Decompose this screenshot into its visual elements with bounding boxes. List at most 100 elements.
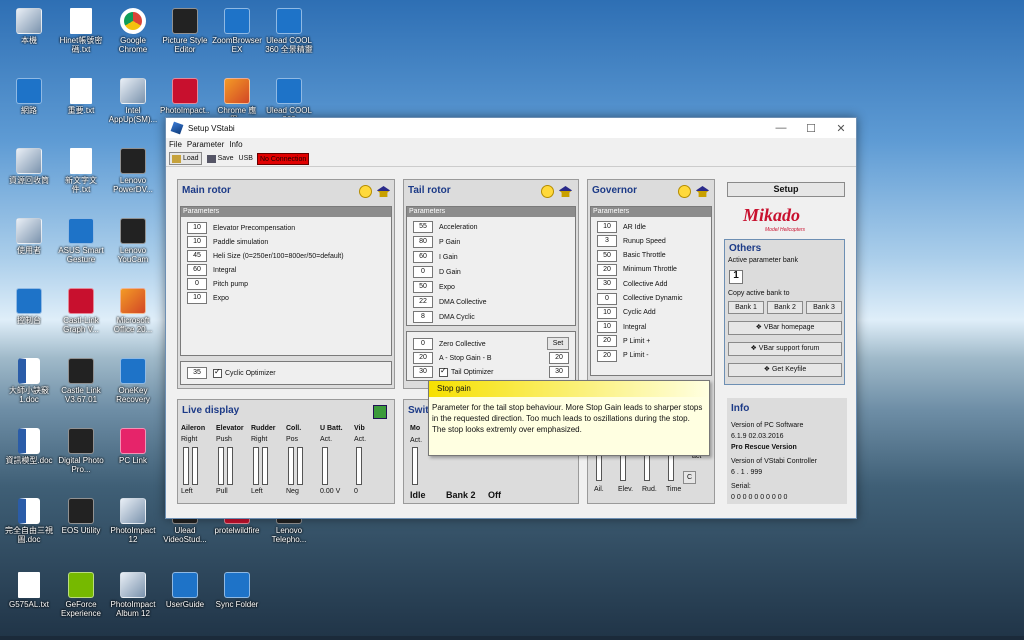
param-value[interactable]: 0 (597, 292, 617, 305)
tail-optimizer-checkbox[interactable] (439, 366, 448, 377)
desktop-icon[interactable]: Intel AppUp(SM)... (108, 78, 158, 124)
c-button[interactable]: C (683, 471, 696, 484)
app-icon (16, 288, 42, 314)
desktop-icon[interactable]: Picture Style Editor (160, 8, 210, 54)
desktop-icon[interactable]: 大師小訣竅1.doc (4, 358, 54, 404)
desktop-icon[interactable]: PhotoImpact 12 (108, 498, 158, 544)
param-label: Acceleration (439, 223, 478, 231)
desktop-icon[interactable]: Sync Folder (212, 572, 262, 609)
param-value[interactable]: 30 (597, 278, 617, 291)
desktop-icon[interactable]: 新文字文件.txt (56, 148, 106, 194)
stop-gain-a[interactable]: 20 (413, 352, 433, 364)
param-value[interactable]: 20 (597, 263, 617, 276)
save-button[interactable]: Save (205, 152, 236, 165)
param-value[interactable]: 60 (413, 251, 433, 263)
param-value[interactable]: 50 (413, 281, 433, 293)
setup-button[interactable]: Setup (727, 182, 845, 197)
param-value[interactable]: 10 (187, 236, 207, 248)
bank-3-button[interactable]: Bank 3 (806, 301, 842, 314)
close-button[interactable]: ✕ (826, 122, 856, 135)
desktop-icon[interactable]: Lenovo PowerDV... (108, 148, 158, 194)
desktop-icon[interactable]: PhotoImpact... (160, 78, 210, 115)
desktop-icon[interactable]: OneKey Recovery (108, 358, 158, 404)
param-value[interactable]: 20 (597, 349, 617, 362)
param-value[interactable]: 10 (187, 222, 207, 234)
desktop-icon[interactable]: 重要.txt (56, 78, 106, 115)
desktop-icon[interactable]: Hinet帳號密碼.txt (56, 8, 106, 54)
vbar-forum-button[interactable]: ❖ VBar support forum (728, 342, 842, 356)
param-value[interactable]: 55 (413, 221, 433, 233)
vbar-forum-label: VBar support forum (758, 345, 820, 352)
param-value[interactable]: 20 (597, 335, 617, 348)
desktop-icon[interactable]: 控制台 (4, 288, 54, 325)
desktop-icon[interactable]: G575AL.txt (4, 572, 54, 609)
param-label: I Gain (439, 253, 458, 261)
param-value[interactable]: 10 (597, 221, 617, 233)
maximize-button[interactable]: ☐ (796, 122, 826, 135)
param-label: Pitch pump (213, 280, 249, 288)
desktop-icon[interactable]: Digital Photo Pro... (56, 428, 106, 474)
app-icon (68, 218, 94, 244)
title-bar[interactable]: Setup VStabi — ☐ ✕ (166, 118, 856, 138)
load-button[interactable]: Load (169, 152, 202, 165)
desktop-icon[interactable]: 資源回收筒 (4, 148, 54, 185)
bank-1-button[interactable]: Bank 1 (728, 301, 764, 314)
desktop-icon[interactable]: GeForce Experience (56, 572, 106, 618)
menu-file[interactable]: File (169, 140, 182, 149)
menu-parameter[interactable]: Parameter (187, 140, 224, 149)
param-value[interactable]: 10 (597, 321, 617, 334)
cyclic-optimizer-value[interactable]: 35 (187, 367, 207, 379)
cyclic-optimizer-checkbox[interactable] (213, 367, 222, 378)
param-value[interactable]: 50 (597, 249, 617, 262)
expert-hat-icon[interactable] (696, 186, 709, 197)
stop-gain-b[interactable]: 20 (549, 352, 569, 364)
param-value[interactable]: 80 (413, 236, 433, 248)
expert-hat-icon[interactable] (377, 186, 390, 197)
desktop-icon[interactable]: 資訊模型.doc (4, 428, 54, 465)
desktop-icon[interactable]: 使用者 (4, 218, 54, 255)
get-keyfile-button[interactable]: ❖ Get Keyfile (728, 363, 842, 377)
app-icon (68, 572, 94, 598)
smiley-icon[interactable] (678, 185, 691, 198)
desktop-icon[interactable]: ZoomBrowser EX (212, 8, 262, 54)
chart-icon[interactable] (373, 405, 387, 419)
param-value[interactable]: 10 (597, 306, 617, 319)
tail-optimizer-value[interactable]: 30 (413, 366, 433, 378)
smiley-icon[interactable] (359, 185, 372, 198)
expert-hat-icon[interactable] (559, 186, 572, 197)
desktop-icon[interactable]: UserGuide (160, 572, 210, 609)
desktop-icon[interactable]: Microsoft Office 20... (108, 288, 158, 334)
usb-label: USB (238, 155, 253, 162)
zero-collective-value[interactable]: 0 (413, 338, 433, 350)
tail-optimizer-b[interactable]: 30 (549, 366, 569, 378)
desktop-icon[interactable]: PhotoImpact Album 12 (108, 572, 158, 618)
desktop-icon[interactable]: Lenovo YouCam (108, 218, 158, 264)
desktop-icon[interactable]: PC Link (108, 428, 158, 465)
setup-panel: Setup Mikado Model Helicopters Others Ac… (721, 179, 847, 389)
param-value[interactable]: 45 (187, 250, 207, 262)
desktop-icon[interactable]: 本機 (4, 8, 54, 45)
param-value[interactable]: 60 (187, 264, 207, 276)
vbar-homepage-button[interactable]: ❖ VBar homepage (728, 321, 842, 335)
param-value[interactable]: 10 (187, 292, 207, 304)
desktop-icon[interactable]: Castl-Link Graph V... (56, 288, 106, 334)
desktop-icon[interactable]: Google Chrome (108, 8, 158, 54)
smiley-icon[interactable] (541, 185, 554, 198)
desktop-icon[interactable]: Castle Link V3.67.01 (56, 358, 106, 404)
param-value[interactable]: 0 (413, 266, 433, 278)
menu-info[interactable]: Info (229, 140, 242, 149)
load-label: Load (183, 155, 199, 162)
param-value[interactable]: 0 (187, 278, 207, 290)
desktop-icon[interactable]: 完全自由三視圖.doc (4, 498, 54, 544)
param-value[interactable]: 3 (597, 235, 617, 248)
desktop-icon[interactable]: Ulead COOL 360 全景精靈 (264, 8, 314, 54)
bank-2-button[interactable]: Bank 2 (767, 301, 803, 314)
param-value[interactable]: 8 (413, 311, 433, 323)
param-label: Expo (213, 294, 229, 302)
minimize-button[interactable]: — (766, 122, 796, 135)
desktop-icon[interactable]: EOS Utility (56, 498, 106, 535)
set-button[interactable]: Set (547, 337, 569, 350)
desktop-icon[interactable]: 網路 (4, 78, 54, 115)
desktop-icon[interactable]: ASUS Smart Gesture (56, 218, 106, 264)
param-value[interactable]: 22 (413, 296, 433, 308)
